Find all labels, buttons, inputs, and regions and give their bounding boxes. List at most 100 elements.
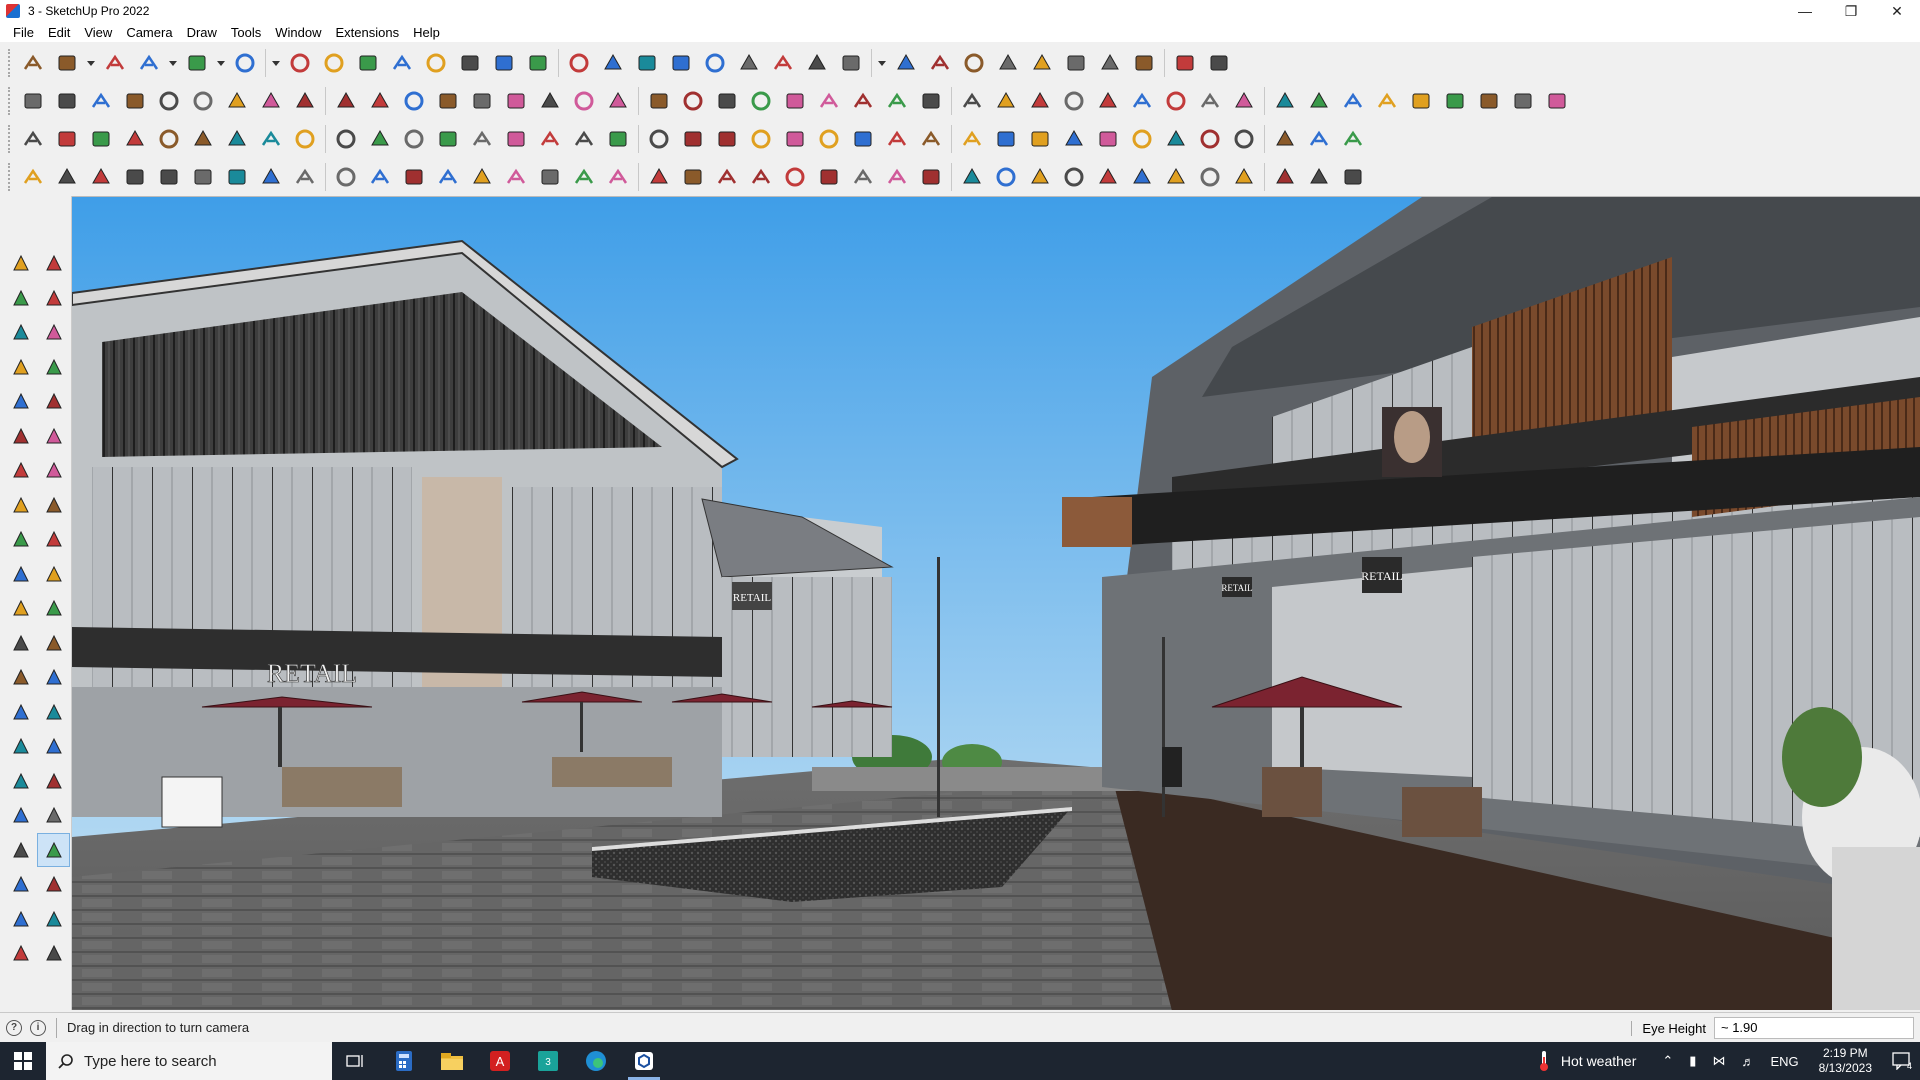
geolocation-icon[interactable]: ? [6, 1019, 22, 1036]
fence-icon[interactable] [1057, 160, 1091, 194]
start-button[interactable] [0, 1042, 46, 1080]
pipe-icon[interactable] [914, 160, 948, 194]
eraser-icon[interactable] [98, 46, 132, 80]
menu-camera[interactable]: Camera [119, 25, 179, 40]
push-pull-icon[interactable] [37, 522, 70, 557]
menu-extensions[interactable]: Extensions [329, 25, 407, 40]
door-icon[interactable] [642, 84, 676, 118]
battery-icon[interactable]: ▮ [1689, 1053, 1696, 1069]
rail-b-icon[interactable] [846, 160, 880, 194]
orbit-icon[interactable] [37, 246, 70, 281]
bird-b-icon[interactable] [710, 160, 744, 194]
solid-tool-c-icon[interactable] [499, 84, 533, 118]
maximize-icon[interactable]: ❐ [1828, 0, 1874, 22]
sketchup-icon[interactable] [620, 1042, 668, 1080]
weather-widget[interactable]: Hot weather [1537, 1050, 1636, 1072]
circle-outline-icon[interactable] [955, 84, 989, 118]
magnet-icon[interactable] [880, 122, 914, 156]
push-down-icon[interactable] [152, 84, 186, 118]
minimize-icon[interactable]: — [1782, 0, 1828, 22]
blue-plane-b-icon[interactable] [50, 122, 84, 156]
zoom-previous-icon[interactable] [37, 798, 70, 833]
ring-icon[interactable] [710, 122, 744, 156]
curve-arrow-icon[interactable] [1268, 84, 1302, 118]
render-a-icon[interactable] [1404, 84, 1438, 118]
material-b-icon[interactable] [1370, 84, 1404, 118]
hatch-icon[interactable] [778, 160, 812, 194]
house-a-icon[interactable] [601, 84, 635, 118]
rail-icon[interactable] [812, 160, 846, 194]
render-d-icon[interactable] [1506, 84, 1540, 118]
dropdown-icon[interactable] [269, 46, 283, 80]
taskbar-search[interactable]: Type here to search [46, 1042, 332, 1080]
layers-icon[interactable] [4, 936, 37, 971]
push-blue-icon[interactable] [186, 84, 220, 118]
rectangle-icon[interactable] [228, 46, 262, 80]
drape-icon[interactable] [567, 84, 601, 118]
paint-bucket-icon[interactable] [4, 281, 37, 316]
bow-icon[interactable] [465, 160, 499, 194]
bend-icon[interactable] [431, 122, 465, 156]
section-icon[interactable] [1093, 46, 1127, 80]
arrow-f-icon[interactable] [363, 84, 397, 118]
select-icon[interactable] [4, 246, 37, 281]
hook-icon[interactable] [220, 160, 254, 194]
front-view-icon[interactable] [84, 84, 118, 118]
qr-icon[interactable] [1336, 122, 1370, 156]
section-plane-icon[interactable] [37, 867, 70, 902]
freehand-icon[interactable] [37, 350, 70, 385]
tape-icon[interactable] [37, 315, 70, 350]
lasso-icon[interactable] [1159, 84, 1193, 118]
dropdown-icon[interactable] [214, 46, 228, 80]
three-point-arc-icon[interactable] [4, 488, 37, 523]
menu-window[interactable]: Window [268, 25, 328, 40]
axes-icon[interactable] [4, 695, 37, 730]
eraser-pink-icon[interactable] [1302, 84, 1336, 118]
component-icon[interactable] [4, 315, 37, 350]
gear-icon[interactable] [152, 160, 186, 194]
polygon-icon[interactable] [37, 419, 70, 454]
orbit-b-icon[interactable] [4, 729, 37, 764]
house-outline-icon[interactable] [744, 84, 778, 118]
orange-grid-b-icon[interactable] [1193, 122, 1227, 156]
puzzle-icon[interactable] [955, 122, 989, 156]
layers-icon[interactable] [766, 46, 800, 80]
triangle-icon[interactable] [676, 122, 710, 156]
dimension-icon[interactable] [957, 46, 991, 80]
parallelogram-icon[interactable] [1057, 84, 1091, 118]
model-viewport[interactable]: RETAIL RETAIL RETAIL RETAIL [72, 196, 1920, 1010]
network-icon[interactable]: ⋈ [1712, 1053, 1725, 1069]
menu-edit[interactable]: Edit [41, 25, 77, 40]
dimension-icon[interactable] [37, 626, 70, 661]
pan-icon[interactable] [596, 46, 630, 80]
edge-icon[interactable] [572, 1042, 620, 1080]
stack-icon[interactable] [288, 122, 322, 156]
offset-icon[interactable] [37, 591, 70, 626]
hexagon-icon[interactable] [989, 84, 1023, 118]
column-icon[interactable] [601, 160, 635, 194]
knife-icon[interactable] [329, 160, 363, 194]
rect-outline-icon[interactable] [914, 84, 948, 118]
solid-union-icon[interactable] [889, 46, 923, 80]
arrow-v-icon[interactable] [254, 84, 288, 118]
box-icon[interactable] [363, 122, 397, 156]
shape-a-icon[interactable] [254, 160, 288, 194]
eraser-icon[interactable] [37, 281, 70, 316]
pie-icon[interactable] [37, 488, 70, 523]
grid-icon[interactable] [1091, 122, 1125, 156]
render-c-icon[interactable] [1472, 84, 1506, 118]
hexagon-tile-icon[interactable] [1336, 160, 1370, 194]
sphere-icon[interactable] [288, 160, 322, 194]
extension-icon[interactable] [37, 902, 70, 937]
fx-icon[interactable] [812, 84, 846, 118]
green-plane-icon[interactable] [118, 122, 152, 156]
calculator-icon[interactable] [380, 1042, 428, 1080]
pull-arrows-icon[interactable] [1025, 46, 1059, 80]
red-square-icon[interactable] [254, 122, 288, 156]
zoom-icon[interactable] [4, 764, 37, 799]
measure-line-icon[interactable] [1059, 46, 1093, 80]
frame-icon[interactable] [329, 122, 363, 156]
dotted-arc-icon[interactable] [1302, 122, 1336, 156]
rotate-icon[interactable] [4, 557, 37, 592]
zoom-extents-icon[interactable] [664, 46, 698, 80]
